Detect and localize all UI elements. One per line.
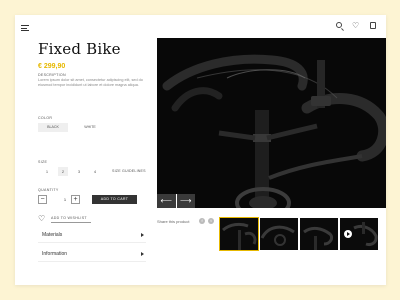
product-main-image: ⟵ ⟶ <box>157 38 386 208</box>
bike-image <box>162 54 386 208</box>
add-to-cart-button[interactable]: ADD TO CART <box>92 195 137 204</box>
cart-icon[interactable] <box>370 22 376 29</box>
size-guidelines-link[interactable]: SIZE GUIDELINES <box>112 167 146 176</box>
header-icons: ♡ <box>336 22 376 30</box>
thumbnail-image <box>260 225 295 246</box>
share-label: Share this product <box>157 219 190 224</box>
gallery-prev-button[interactable]: ⟵ <box>157 194 176 208</box>
gallery-thumbnail[interactable] <box>300 218 338 250</box>
quantity-value[interactable]: 1 <box>60 195 70 204</box>
color-option-white[interactable]: WHITE <box>75 123 105 132</box>
chevron-right-icon <box>141 233 144 237</box>
search-icon[interactable] <box>336 22 342 28</box>
wishlist-icon[interactable]: ♡ <box>352 22 360 30</box>
gallery-thumbnail[interactable] <box>260 218 298 250</box>
quantity-decrease-button[interactable]: − <box>38 195 47 204</box>
accordion-information[interactable]: Information <box>38 248 146 262</box>
product-price: € 299,90 <box>38 63 66 70</box>
accordion-label: Materials <box>42 232 63 238</box>
gallery-nav: ⟵ ⟶ <box>157 194 195 208</box>
quantity-increase-button[interactable]: + <box>71 195 80 204</box>
add-to-wishlist-link[interactable]: ADD TO WISHLIST <box>51 216 87 220</box>
heart-icon[interactable]: ♡ <box>38 215 45 223</box>
size-option[interactable]: 2 <box>58 167 68 176</box>
twitter-icon[interactable]: t <box>208 218 214 224</box>
size-option[interactable]: 1 <box>42 167 52 176</box>
description-label: DESCRIPTION <box>38 73 66 77</box>
gallery-next-button[interactable]: ⟶ <box>176 194 195 208</box>
product-card: ♡ Fixed Bike € 299,90 DESCRIPTION Lorem … <box>15 15 386 285</box>
gallery-thumbnail[interactable] <box>219 217 259 251</box>
wishlist-underline <box>51 222 91 223</box>
color-label: COLOR <box>38 116 53 120</box>
chevron-right-icon <box>141 252 144 256</box>
product-title: Fixed Bike <box>38 40 121 58</box>
thumbnail-image <box>222 222 257 250</box>
quantity-label: QUANTITY <box>38 188 59 192</box>
thumbnail-image <box>303 226 334 250</box>
color-option-black[interactable]: BLACK <box>38 123 68 132</box>
size-option[interactable]: 4 <box>90 167 100 176</box>
accordion-label: Information <box>42 251 68 257</box>
play-icon[interactable] <box>344 230 352 238</box>
size-label: SIZE <box>38 160 48 164</box>
product-description: Lorem ipsum dolor sit amet, consectetur … <box>38 78 143 87</box>
size-option[interactable]: 3 <box>74 167 84 176</box>
accordion-materials[interactable]: Materials <box>38 229 146 243</box>
menu-icon[interactable] <box>21 25 29 31</box>
gallery-thumbnail-video[interactable] <box>340 218 378 250</box>
facebook-icon[interactable]: f <box>199 218 205 224</box>
